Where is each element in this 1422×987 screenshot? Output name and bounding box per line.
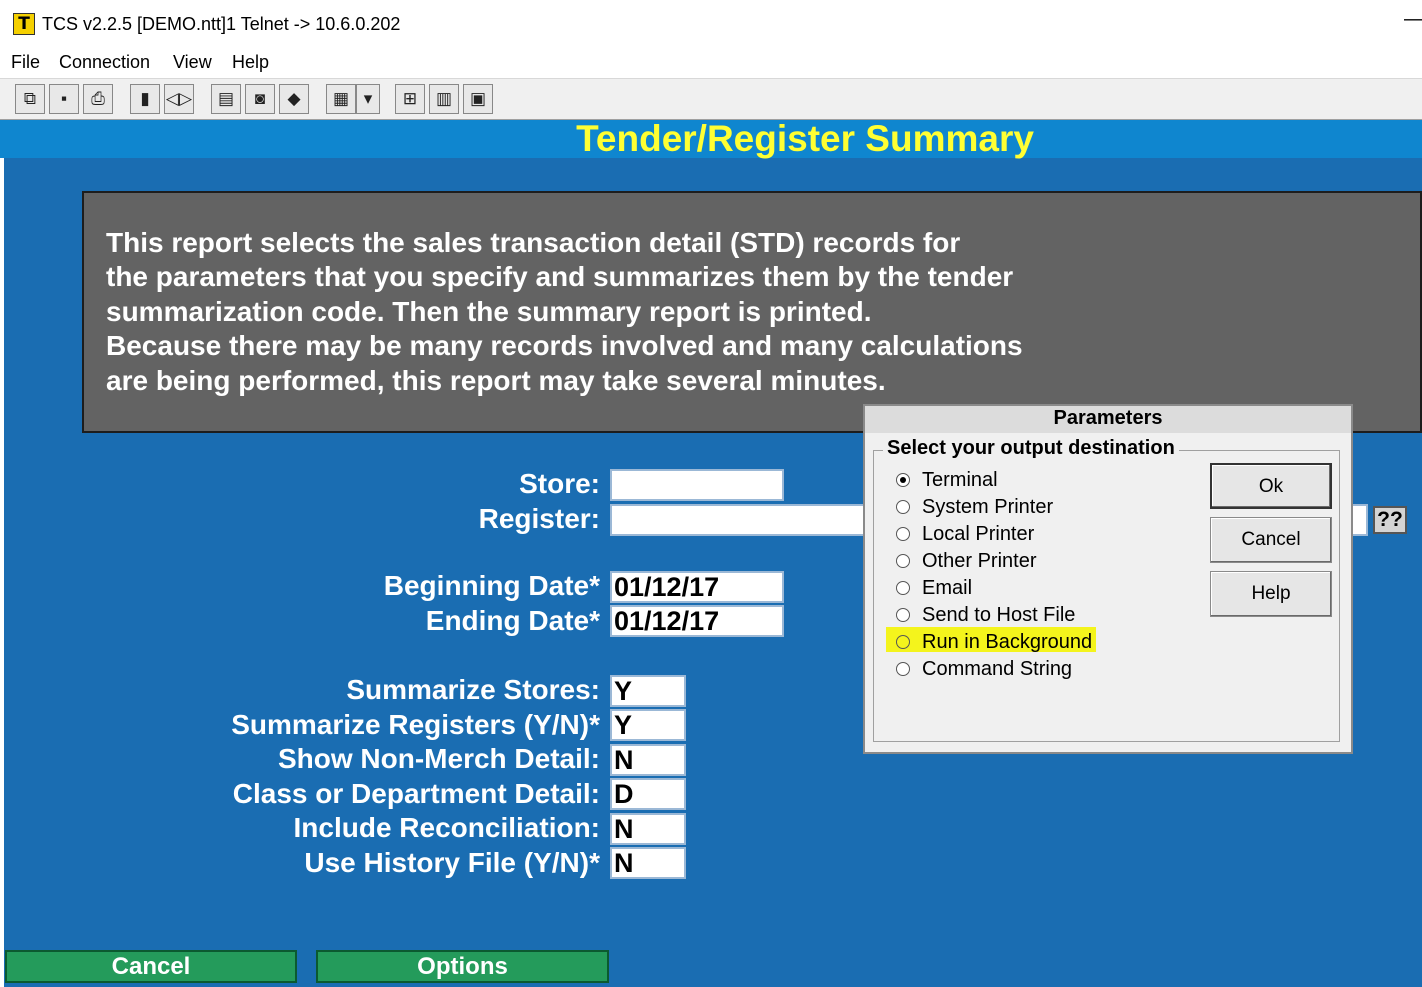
- radio-icon: [896, 554, 910, 568]
- radio-icon: [896, 608, 910, 622]
- dialog-cancel-button[interactable]: Cancel: [1210, 517, 1332, 563]
- radio-icon: [896, 662, 910, 676]
- ok-button[interactable]: Ok: [1210, 463, 1332, 509]
- non-merch-detail-input[interactable]: N: [610, 744, 686, 776]
- include-reconciliation-input[interactable]: N: [610, 813, 686, 845]
- summarize-stores-input[interactable]: Y: [610, 675, 686, 707]
- menu-bar: [0, 48, 1422, 78]
- ending-date-input[interactable]: 01/12/17: [610, 605, 784, 637]
- dropdown-arrow-icon[interactable]: ▾: [356, 84, 380, 114]
- store-input[interactable]: [610, 469, 784, 501]
- document-icon[interactable]: ▦: [326, 84, 356, 114]
- book-icon[interactable]: ◆: [279, 84, 309, 114]
- beginning-date-input[interactable]: 01/12/17: [610, 571, 784, 603]
- class-department-detail-label: Class or Department Detail:: [232, 778, 600, 809]
- network-icon[interactable]: ⊞: [395, 84, 425, 114]
- non-merch-detail-label: Show Non-Merch Detail:: [277, 743, 600, 774]
- chart-icon[interactable]: ▥: [429, 84, 459, 114]
- radio-command-string[interactable]: Command String: [896, 657, 1072, 681]
- app-icon[interactable]: T: [13, 13, 35, 35]
- radio-system-printer[interactable]: System Printer: [896, 495, 1053, 519]
- description-line: are being performed, this report may tak…: [106, 365, 886, 396]
- description-line: Because there may be many records involv…: [106, 330, 1023, 361]
- copy-icon[interactable]: ⧉: [15, 84, 45, 114]
- radio-terminal[interactable]: Terminal: [896, 468, 998, 492]
- page-title: Tender/Register Summary: [576, 118, 1034, 159]
- dialog-title: Parameters: [865, 406, 1351, 433]
- radio-email[interactable]: Email: [896, 576, 972, 600]
- radio-send-to-host-file[interactable]: Send to Host File: [896, 603, 1075, 627]
- register-label: Register:: [478, 503, 600, 534]
- terminal-icon[interactable]: ◙: [245, 84, 275, 114]
- radio-label: Run in Background: [922, 630, 1093, 653]
- radio-label: Other Printer: [922, 549, 1037, 572]
- menu-view[interactable]: View: [173, 52, 212, 73]
- radio-other-printer[interactable]: Other Printer: [896, 549, 1036, 573]
- description-line: the parameters that you specify and summ…: [106, 261, 1014, 292]
- radio-icon: [896, 527, 910, 541]
- description-line: summarization code. Then the summary rep…: [106, 296, 872, 327]
- radio-icon: [896, 635, 910, 649]
- calculator-icon[interactable]: ▣: [463, 84, 493, 114]
- radio-label: Send to Host File: [922, 603, 1076, 626]
- summarize-registers-label: Summarize Registers (Y/N)*: [231, 709, 600, 740]
- radio-icon: [896, 500, 910, 514]
- window-title: TCS v2.2.5 [DEMO.ntt]1 Telnet -> 10.6.0.…: [42, 14, 401, 34]
- summarize-registers-input[interactable]: Y: [610, 709, 686, 741]
- radio-label: Command String: [922, 657, 1073, 680]
- lock-icon[interactable]: ▮: [130, 84, 160, 114]
- radio-run-in-background[interactable]: Run in Background: [896, 630, 1092, 654]
- cancel-button[interactable]: Cancel: [5, 950, 297, 983]
- menu-connection[interactable]: Connection: [59, 52, 150, 73]
- sound-icon[interactable]: ◁▷: [164, 84, 194, 114]
- ending-date-label: Ending Date*: [425, 605, 600, 636]
- use-history-file-label: Use History File (Y/N)*: [304, 847, 600, 878]
- radio-label: Email: [922, 576, 973, 599]
- menu-help[interactable]: Help: [232, 52, 269, 73]
- beginning-date-label: Beginning Date*: [383, 570, 600, 601]
- properties-icon[interactable]: ▤: [211, 84, 241, 114]
- minimize-icon[interactable]: —: [1404, 8, 1422, 30]
- print-icon[interactable]: ⎙: [83, 84, 113, 114]
- menu-file[interactable]: File: [11, 52, 40, 73]
- description-line: This report selects the sales transactio…: [106, 227, 961, 258]
- store-label: Store:: [519, 468, 600, 499]
- register-lookup-button[interactable]: ??: [1373, 506, 1407, 534]
- dialog-help-button[interactable]: Help: [1210, 571, 1332, 617]
- radio-label: Local Printer: [922, 522, 1035, 545]
- radio-icon: [896, 581, 910, 595]
- options-button[interactable]: Options: [316, 950, 609, 983]
- include-reconciliation-label: Include Reconciliation:: [293, 812, 600, 843]
- radio-label: System Printer: [922, 495, 1054, 518]
- radio-label: Terminal: [922, 468, 998, 491]
- use-history-file-input[interactable]: N: [610, 847, 686, 879]
- save-icon[interactable]: ▪: [49, 84, 79, 114]
- radio-local-printer[interactable]: Local Printer: [896, 522, 1034, 546]
- radio-selected-icon: [896, 473, 910, 487]
- class-department-detail-input[interactable]: D: [610, 778, 686, 810]
- group-label: Select your output destination: [883, 437, 1179, 460]
- summarize-stores-label: Summarize Stores:: [346, 674, 600, 705]
